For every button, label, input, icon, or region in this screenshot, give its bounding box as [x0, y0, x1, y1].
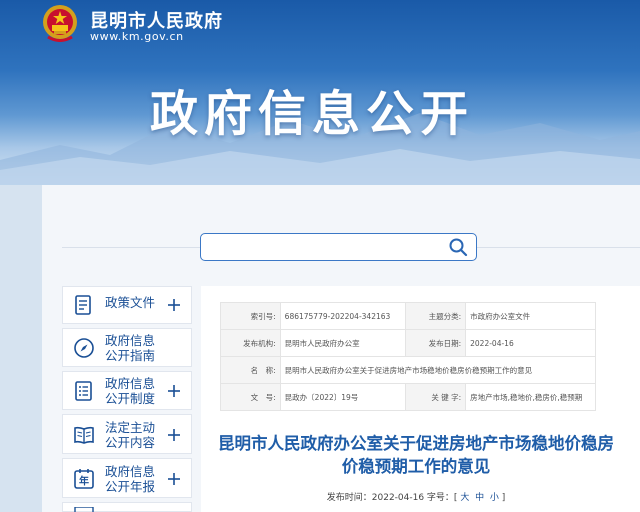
site-url[interactable]: www.km.gov.cn [90, 30, 184, 43]
sidebar-item-policy-documents[interactable]: 政策文件 [62, 286, 192, 324]
page-title: 政府信息公开 [150, 86, 475, 142]
index-value: 686175779-202204-342163 [279, 302, 407, 330]
sidebar-item-label: 政策文件 [105, 295, 156, 310]
number-value: 昆政办〔2022〕19号 [279, 383, 407, 411]
publish-bracket-end: ] [501, 493, 506, 503]
name-value: 昆明市人民政府办公室关于促进房地产市场稳地价稳房价稳预期工作的意见 [279, 356, 597, 384]
sidebar-item-statutory-content[interactable]: 法定主动 公开内容 [62, 414, 192, 454]
document-metadata-table: 索引号: 686175779-202204-342163 主题分类: 市政府办公… [220, 302, 597, 411]
sidebar-item-disclosure-guide[interactable]: 政府信息 公开指南 [62, 328, 192, 367]
year-calendar-icon: 年 [74, 469, 94, 489]
national-emblem-icon [43, 5, 77, 42]
sidebar-item-annual-report[interactable]: 年 政府信息 公开年报 [62, 458, 192, 498]
list-document-icon [75, 381, 92, 401]
document-icon [75, 295, 91, 315]
compass-icon [74, 338, 94, 358]
sidebar-item-label: 政府信息 公开指南 [105, 333, 156, 363]
header-banner: 昆明市人民政府 www.km.gov.cn 政府信息公开 [0, 0, 640, 185]
font-size-medium-button[interactable]: 中 [475, 493, 484, 503]
keyword-value: 房地产市场,稳地价,稳房价,稳预期 [465, 383, 596, 411]
date-label: 发布日期: [405, 329, 467, 357]
date-value: 2022-04-16 [465, 329, 596, 357]
topic-value: 市政府办公室文件 [465, 302, 596, 330]
year-icon-text: 年 [79, 475, 89, 488]
sidebar-item-label: 政府信息 公开制度 [105, 376, 156, 406]
open-book-icon [74, 426, 94, 444]
partial-icon [74, 507, 94, 512]
sidebar-item-partial[interactable] [62, 502, 192, 512]
topic-label: 主题分类: [405, 302, 467, 330]
issuer-value: 昆明市人民政府办公室 [279, 329, 407, 357]
plus-icon[interactable] [167, 298, 181, 312]
issuer-label: 发布机构: [220, 329, 281, 357]
font-size-small-button[interactable]: 小 [490, 493, 499, 503]
search-input[interactable] [200, 233, 477, 261]
sidebar-item-label: 法定主动 公开内容 [105, 420, 156, 450]
plus-icon[interactable] [167, 428, 181, 442]
name-label: 名 称: [220, 356, 281, 384]
index-label: 索引号: [220, 302, 281, 330]
sidebar-item-label: 政府信息 公开年报 [105, 464, 156, 494]
plus-icon[interactable] [167, 384, 181, 398]
document-title: 昆明市人民政府办公室关于促进房地产市场稳地价稳房价稳预期工作的意见 [218, 434, 614, 476]
publish-time: 发布时间：2022-04-16 字号：[ [326, 493, 458, 503]
sidebar-item-disclosure-system[interactable]: 政府信息 公开制度 [62, 371, 192, 410]
keyword-label: 关 键 字: [405, 383, 467, 411]
font-size-large-button[interactable]: 大 [460, 493, 469, 503]
number-label: 文 号: [220, 383, 281, 411]
document-publish-info: 发布时间：2022-04-16 字号：[ 大 中 小 ] [210, 490, 622, 503]
plus-icon[interactable] [167, 472, 181, 486]
search-icon[interactable] [448, 237, 468, 257]
